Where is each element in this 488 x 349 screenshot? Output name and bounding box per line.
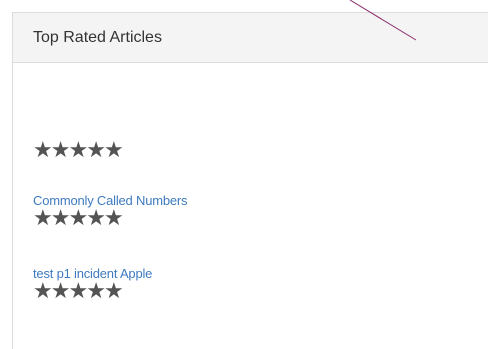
star-icon[interactable]: ★ (86, 140, 106, 162)
star-icon[interactable]: ★ (33, 140, 53, 162)
top-rated-articles-panel: Top Rated Articles ★ ★ ★ ★ ★ Commonly Ca… (12, 12, 488, 349)
star-rating[interactable]: ★ ★ ★ ★ ★ (33, 281, 152, 303)
star-icon[interactable]: ★ (86, 281, 106, 303)
star-icon[interactable]: ★ (33, 281, 53, 303)
article-item: test p1 incident Apple ★ ★ ★ ★ ★ (33, 266, 152, 303)
star-icon[interactable]: ★ (33, 208, 53, 230)
star-icon[interactable]: ★ (68, 281, 88, 303)
star-icon[interactable]: ★ (104, 281, 124, 303)
panel-header: Top Rated Articles (13, 13, 488, 63)
panel-title: Top Rated Articles (33, 28, 162, 46)
star-icon[interactable]: ★ (86, 208, 106, 230)
article-item: Commonly Called Numbers ★ ★ ★ ★ ★ (33, 193, 188, 230)
star-icon[interactable]: ★ (51, 281, 71, 303)
star-rating[interactable]: ★ ★ ★ ★ ★ (33, 208, 187, 230)
star-icon[interactable]: ★ (104, 140, 124, 162)
star-icon[interactable]: ★ (104, 208, 124, 230)
page: Top Rated Articles ★ ★ ★ ★ ★ Commonly Ca… (0, 0, 488, 349)
star-rating[interactable]: ★ ★ ★ ★ ★ (33, 140, 124, 162)
article-item: ★ ★ ★ ★ ★ (33, 140, 124, 162)
panel-body: ★ ★ ★ ★ ★ Commonly Called Numbers ★ ★ ★ … (13, 63, 488, 349)
star-icon[interactable]: ★ (51, 208, 71, 230)
star-icon[interactable]: ★ (68, 208, 88, 230)
star-icon[interactable]: ★ (68, 140, 88, 162)
star-icon[interactable]: ★ (51, 140, 71, 162)
